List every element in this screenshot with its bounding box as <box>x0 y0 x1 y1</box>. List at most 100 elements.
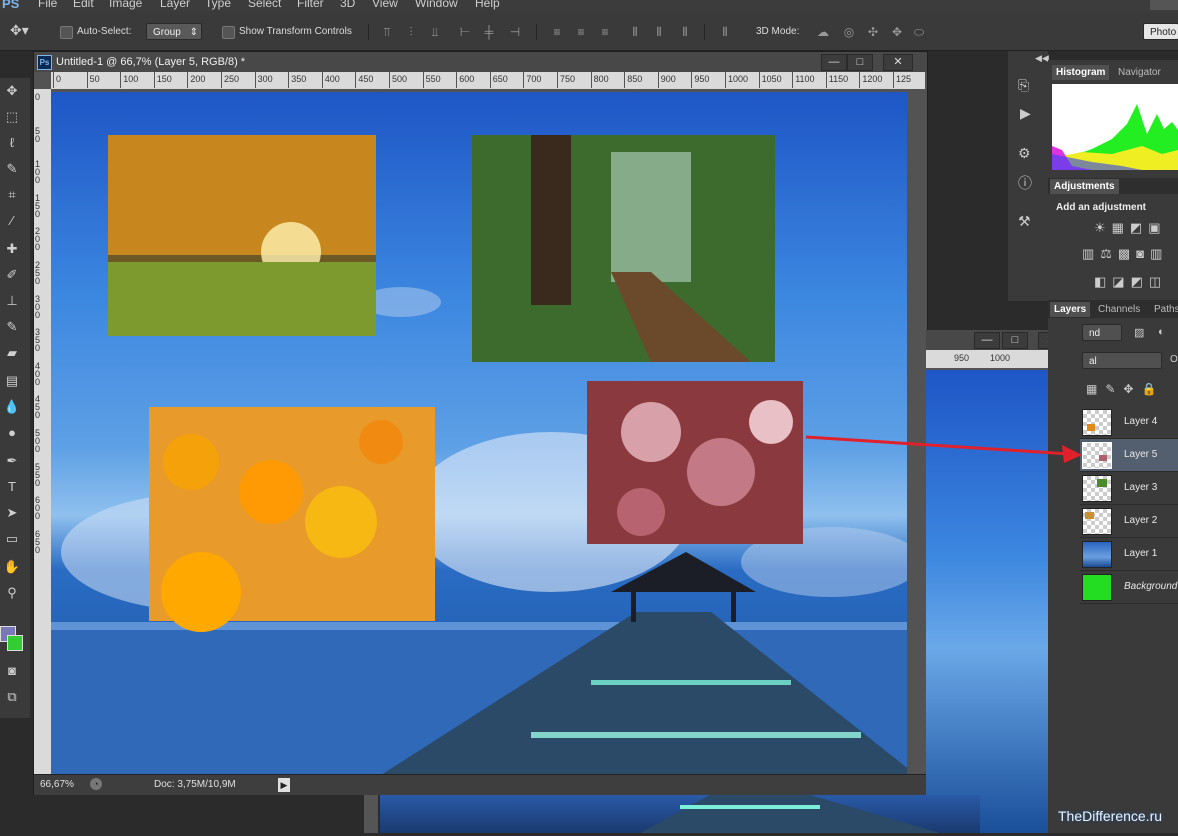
quick-select-tool-icon[interactable]: ✎ <box>2 160 22 178</box>
layer-row-layer-2[interactable]: Layer 2 <box>1080 505 1178 538</box>
workspace-button[interactable]: Photo <box>1143 23 1178 40</box>
document-tab[interactable]: Ps Untitled-1 @ 66,7% (Layer 5, RGB/8) *… <box>34 52 927 72</box>
photo-autumn-tree[interactable] <box>108 135 376 336</box>
3d-scale-icon[interactable]: ⬭ <box>912 25 926 39</box>
auto-align-icon[interactable]: ⦀ <box>718 25 732 39</box>
background-color-swatch[interactable] <box>7 635 23 651</box>
zoom-tool-icon[interactable]: ⚲ <box>2 584 22 602</box>
layer-row-layer-3[interactable]: Layer 3 <box>1080 472 1178 505</box>
properties-icon[interactable]: ⚙ <box>1018 145 1031 162</box>
distribute-left-icon[interactable]: ⦀ <box>628 25 642 39</box>
quick-mask-icon[interactable]: ◙ <box>2 662 22 680</box>
menu-edit[interactable]: Edit <box>73 0 94 10</box>
status-menu-arrow-icon[interactable]: ▶ <box>278 778 290 792</box>
marquee-tool-icon[interactable]: ⬚ <box>2 108 22 126</box>
menu-help[interactable]: Help <box>475 0 500 10</box>
minimize-button[interactable]: — <box>821 54 847 71</box>
layer-row-background[interactable]: Background <box>1080 571 1178 604</box>
align-left-icon[interactable]: ⊢ <box>458 25 472 39</box>
3d-slide-icon[interactable]: ✥ <box>890 25 904 39</box>
doc-info-icon[interactable]: ◔ <box>90 778 102 790</box>
screen-mode-icon[interactable]: ⧉ <box>2 688 22 706</box>
blur-tool-icon[interactable]: 💧 <box>2 398 22 416</box>
align-right-icon[interactable]: ⊣ <box>508 25 522 39</box>
tool-presets-icon[interactable]: ⚒ <box>1018 213 1031 230</box>
menu-layer[interactable]: Layer <box>160 0 190 10</box>
canvas[interactable] <box>51 92 907 775</box>
healing-brush-tool-icon[interactable]: ✚ <box>2 240 22 258</box>
photo-forest-path[interactable] <box>472 135 775 362</box>
distribute-top-icon[interactable]: ≡ <box>550 25 564 39</box>
history-brush-tool-icon[interactable]: ✎ <box>2 318 22 336</box>
hand-tool-icon[interactable]: ✋ <box>2 558 22 576</box>
distribute-bottom-icon[interactable]: ≡ <box>598 25 612 39</box>
dodge-tool-icon[interactable]: ● <box>2 424 22 442</box>
align-vcenter-icon[interactable]: ⫶ <box>404 25 418 39</box>
pen-tool-icon[interactable]: ✒ <box>2 452 22 470</box>
distribute-vcenter-icon[interactable]: ≡ <box>574 25 588 39</box>
menu-filter[interactable]: Filter <box>297 0 324 10</box>
auto-select-checkbox[interactable] <box>60 26 73 39</box>
eyedropper-tool-icon[interactable]: ⁄ <box>2 212 22 230</box>
photo-frosted-leaves[interactable] <box>587 381 803 544</box>
type-tool-icon[interactable]: T <box>2 478 22 496</box>
lasso-tool-icon[interactable]: ℓ <box>2 134 22 152</box>
tab-layers[interactable]: Layers <box>1050 302 1091 317</box>
window-control[interactable] <box>1150 0 1178 10</box>
move-tool-icon[interactable]: ✥▾ <box>10 22 29 39</box>
menu-type[interactable]: Type <box>205 0 231 10</box>
crop-tool-icon[interactable]: ⌗ <box>2 186 22 204</box>
brush-tool-icon[interactable]: ✐ <box>2 266 22 284</box>
layer-row-layer-4[interactable]: Layer 4 <box>1080 406 1178 439</box>
distribute-hcenter-icon[interactable]: ⦀ <box>652 25 666 39</box>
clone-stamp-tool-icon[interactable]: ⊥ <box>2 292 22 310</box>
show-transform-checkbox[interactable] <box>222 26 235 39</box>
info-icon[interactable]: ⓘ <box>1018 173 1032 193</box>
layer-filter-kind[interactable]: nd <box>1082 324 1122 341</box>
minimize-button[interactable]: — <box>974 332 1000 349</box>
shape-tool-icon[interactable]: ▭ <box>2 530 22 548</box>
path-select-tool-icon[interactable]: ➤ <box>2 504 22 522</box>
tab-navigator[interactable]: Navigator <box>1118 67 1161 78</box>
distribute-right-icon[interactable]: ⦀ <box>678 25 692 39</box>
lock-icons[interactable]: ▦✎✥🔒 <box>1086 382 1164 396</box>
align-top-icon[interactable]: ⫪ <box>380 25 394 39</box>
3d-drag-icon[interactable]: ✣ <box>866 25 880 39</box>
tab-channels[interactable]: Channels <box>1098 304 1140 315</box>
collapse-panels-icon[interactable]: ◀◀ <box>1035 53 1049 64</box>
gradient-tool-icon[interactable]: ▤ <box>2 372 22 390</box>
filter-adjustment-icon[interactable]: ◐ <box>1158 326 1165 338</box>
3d-rotate-icon[interactable]: ☁ <box>816 25 830 39</box>
horizontal-ruler[interactable]: 0 50 100 150 200 250 300 350 400 450 500 550 600 650 7… <box>51 72 925 89</box>
adjustment-icons-row-1[interactable]: ☀▦◩▣ <box>1094 220 1167 236</box>
menu-window[interactable]: Window <box>415 0 458 10</box>
align-bottom-icon[interactable]: ⫫ <box>428 25 442 39</box>
eraser-tool-icon[interactable]: ▰ <box>2 344 22 362</box>
menu-file[interactable]: File <box>38 0 57 10</box>
tab-adjustments[interactable]: Adjustments <box>1050 179 1119 194</box>
blend-mode-dropdown[interactable]: al <box>1082 352 1162 369</box>
close-button[interactable]: ✕ <box>883 54 913 71</box>
menu-image[interactable]: Image <box>109 0 142 10</box>
layer-row-layer-5[interactable]: Layer 5 <box>1080 439 1178 472</box>
vertical-ruler[interactable]: 0 50 100 150 200 250 300 350 400 450 500 550 600 650 <box>34 89 51 777</box>
3d-roll-icon[interactable]: ◎ <box>842 25 856 39</box>
zoom-level[interactable]: 66,67% <box>40 779 74 790</box>
menu-view[interactable]: View <box>372 0 398 10</box>
align-hcenter-icon[interactable]: ╪ <box>482 25 496 39</box>
play-actions-icon[interactable]: ▶ <box>1020 105 1031 122</box>
maximize-button[interactable]: □ <box>1002 332 1028 349</box>
auto-select-dropdown[interactable]: Group ⇕ <box>146 23 202 40</box>
history-icon[interactable]: ⎘ <box>1018 77 1029 94</box>
menu-3d[interactable]: 3D <box>340 0 355 10</box>
menu-select[interactable]: Select <box>248 0 281 10</box>
adjustment-icons-row-3[interactable]: ◧◪◩◫ <box>1094 274 1167 290</box>
layer-row-layer-1[interactable]: Layer 1 <box>1080 538 1178 571</box>
filter-image-icon[interactable]: ▨ <box>1134 326 1144 339</box>
tab-paths[interactable]: Paths <box>1154 304 1178 315</box>
tab-histogram[interactable]: Histogram <box>1052 65 1110 80</box>
move-tool-icon[interactable]: ✥ <box>2 82 22 100</box>
photo-orange-flowers[interactable] <box>149 407 435 632</box>
maximize-button[interactable]: □ <box>847 54 873 71</box>
adjustment-icons-row-2[interactable]: ▥⚖▩◙▥ <box>1082 246 1168 262</box>
